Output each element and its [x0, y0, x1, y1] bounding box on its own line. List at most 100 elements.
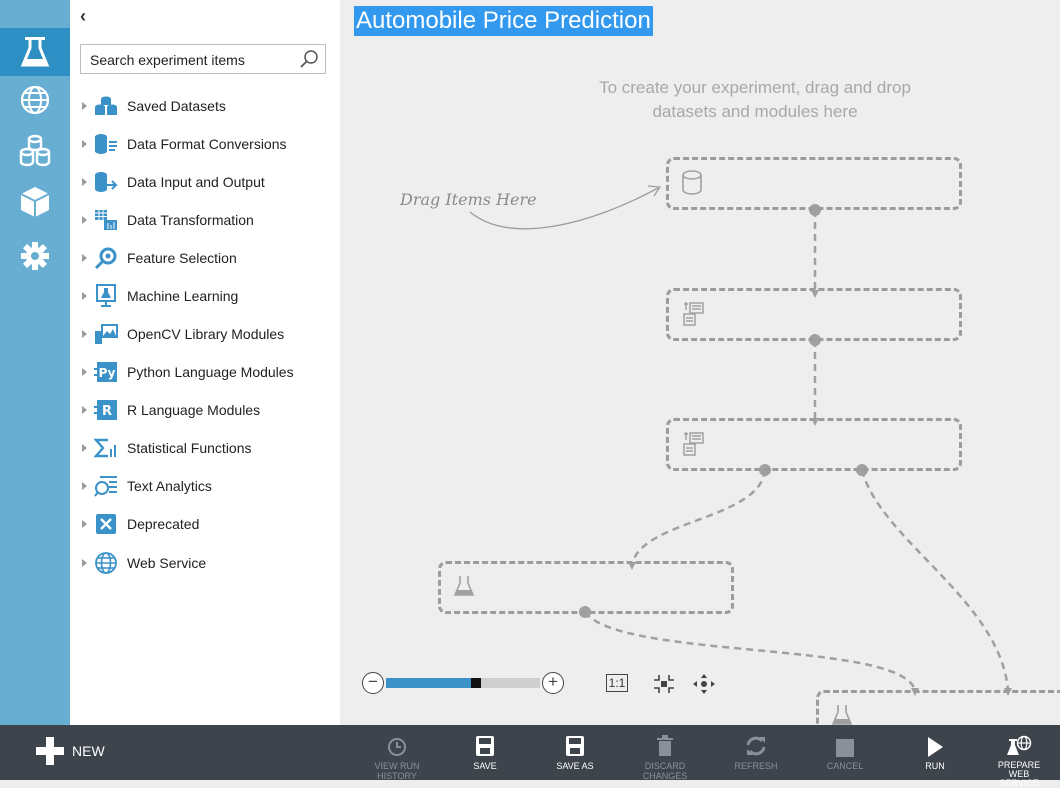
nav-settings[interactable] — [0, 232, 70, 280]
palette-item-label: Python Language Modules — [127, 364, 294, 380]
model-drop-target[interactable] — [438, 561, 734, 614]
search-icon[interactable] — [299, 49, 319, 69]
palette-item-python[interactable]: Py Python Language Modules — [80, 357, 335, 387]
data-transformation-icon — [94, 208, 118, 232]
expand-arrow-icon[interactable] — [82, 330, 87, 338]
zoom-out-button[interactable]: − — [362, 672, 384, 694]
expand-arrow-icon[interactable] — [82, 140, 87, 148]
statistical-functions-icon — [94, 436, 118, 460]
expand-arrow-icon[interactable] — [82, 368, 87, 376]
expand-arrow-icon[interactable] — [82, 292, 87, 300]
web-service-icon — [94, 551, 118, 575]
palette-item-label: Machine Learning — [127, 288, 239, 304]
expand-arrow-icon[interactable] — [82, 216, 87, 224]
toolbar-button-label: DISCARD CHANGES — [642, 761, 688, 781]
expand-arrow-icon[interactable] — [82, 254, 87, 262]
palette-item-r-language[interactable]: R R Language Modules — [80, 395, 335, 425]
palette-item-statistical-functions[interactable]: Statistical Functions — [80, 433, 335, 463]
palette-item-machine-learning[interactable]: Machine Learning — [80, 281, 335, 311]
prepare-web-service-icon — [1007, 735, 1032, 755]
expand-arrow-icon[interactable] — [82, 559, 87, 567]
actual-size-button[interactable]: 1:1 — [606, 674, 628, 692]
palette-item-text-analytics[interactable]: Text Analytics — [80, 471, 335, 501]
palette-item-web-service[interactable]: Web Service — [80, 548, 335, 578]
transform-module-icon — [683, 432, 704, 456]
save-icon — [476, 736, 494, 756]
pan-icon[interactable] — [692, 673, 716, 695]
flask-icon — [453, 576, 475, 596]
palette-item-label: Text Analytics — [127, 478, 212, 494]
save-button[interactable]: SAVE — [445, 733, 525, 771]
palette-item-label: Data Input and Output — [127, 174, 265, 190]
new-button[interactable]: NEW — [36, 737, 105, 765]
machine-learning-icon — [94, 284, 118, 308]
expand-arrow-icon[interactable] — [82, 102, 87, 110]
data-format-conversions-icon — [94, 132, 118, 156]
opencv-icon — [94, 322, 118, 346]
palette-item-label: Statistical Functions — [127, 440, 252, 456]
connection-lines — [469, 185, 1012, 696]
text-analytics-icon — [94, 474, 118, 498]
nav-experiments[interactable] — [0, 28, 70, 76]
evaluate-drop-target[interactable] — [816, 690, 1060, 725]
expand-arrow-icon[interactable] — [82, 520, 87, 528]
svg-text:Py: Py — [99, 366, 116, 380]
flask-icon — [20, 37, 50, 67]
transform-drop-target-2[interactable] — [666, 418, 962, 471]
zoom-controls: − + 1:1 — [362, 672, 722, 698]
toolbar-button-label: CANCEL — [826, 761, 864, 771]
zoom-slider[interactable] — [386, 678, 540, 688]
toolbar-button-label: PREPARE WEB SERVICE — [997, 760, 1041, 788]
save-as-button[interactable]: SAVE AS — [535, 733, 615, 771]
expand-arrow-icon[interactable] — [82, 178, 87, 186]
run-button[interactable]: RUN — [895, 733, 975, 771]
trash-icon — [657, 735, 673, 756]
palette-item-opencv[interactable]: OpenCV Library Modules — [80, 319, 335, 349]
refresh-button[interactable]: REFRESH — [716, 733, 796, 771]
expand-arrow-icon[interactable] — [82, 406, 87, 414]
toolbar-button-label: SAVE — [473, 761, 497, 771]
fit-to-screen-icon[interactable] — [652, 673, 676, 695]
transform-module-icon — [683, 302, 704, 326]
transform-drop-target-1[interactable] — [666, 288, 962, 341]
palette-item-label: OpenCV Library Modules — [127, 326, 285, 342]
nav-datasets[interactable] — [0, 126, 70, 174]
toolbar-button-label: VIEW RUN HISTORY — [374, 761, 420, 781]
palette-item-label: Saved Datasets — [127, 98, 226, 114]
experiment-canvas[interactable]: Automobile Price Prediction To create yo… — [340, 0, 1060, 725]
discard-changes-button[interactable]: DISCARD CHANGES — [625, 733, 705, 781]
expand-arrow-icon[interactable] — [82, 444, 87, 452]
collapse-palette-button[interactable]: ‹ — [80, 6, 86, 27]
toolbar-button-label: REFRESH — [734, 761, 778, 771]
play-icon — [928, 737, 943, 757]
palette-item-label: Web Service — [127, 555, 207, 571]
datasets-icon — [19, 134, 51, 167]
palette-item-data-format-conversions[interactable]: Data Format Conversions — [80, 129, 335, 159]
zoom-in-button[interactable]: + — [542, 672, 564, 694]
palette-item-data-transformation[interactable]: Data Transformation — [80, 205, 335, 235]
dataset-drop-target[interactable] — [666, 157, 962, 210]
palette-item-feature-selection[interactable]: Feature Selection — [80, 243, 335, 273]
toolbar-button-label: RUN — [925, 761, 945, 771]
globe-icon — [20, 85, 50, 115]
expand-arrow-icon[interactable] — [82, 482, 87, 490]
palette-item-deprecated[interactable]: Deprecated — [80, 509, 335, 539]
palette-item-label: Deprecated — [127, 516, 200, 532]
search-input[interactable] — [88, 46, 302, 74]
palette-item-label: Data Transformation — [127, 212, 254, 228]
palette-item-label: Data Format Conversions — [127, 136, 287, 152]
nav-web-services[interactable] — [0, 76, 70, 124]
python-icon: Py — [94, 360, 118, 384]
dataset-icon — [682, 170, 702, 195]
feature-selection-icon — [94, 246, 118, 270]
view-run-history-button[interactable]: VIEW RUN HISTORY — [357, 733, 437, 781]
zoom-slider-thumb[interactable] — [470, 678, 481, 688]
r-language-icon: R — [94, 398, 118, 422]
cancel-button[interactable]: CANCEL — [805, 733, 885, 771]
gear-icon — [21, 242, 49, 270]
nav-trained-models[interactable] — [0, 178, 70, 226]
palette-item-data-input-output[interactable]: Data Input and Output — [80, 167, 335, 197]
palette-item-saved-datasets[interactable]: Saved Datasets — [80, 91, 335, 121]
palette-item-label: Feature Selection — [127, 250, 237, 266]
search-box — [80, 44, 326, 74]
